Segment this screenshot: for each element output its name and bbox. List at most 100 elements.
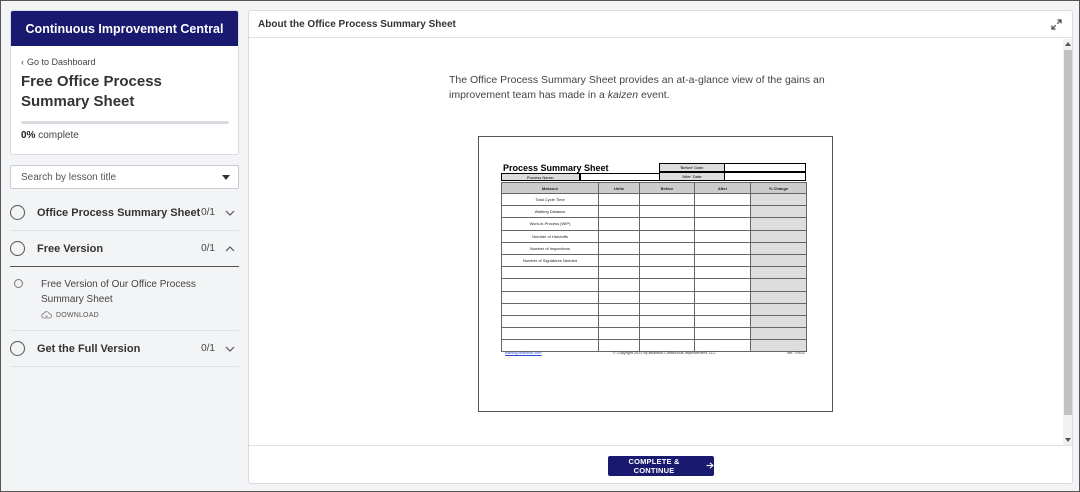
section-free-version[interactable]: Free Version 0/1 [10,231,239,267]
value-cell [598,290,640,304]
value-cell [639,327,695,341]
value-cell [639,229,695,243]
course-card: Continuous Improvement Central ‹ Go to D… [10,10,239,155]
value-cell [639,253,695,268]
col-header: After [694,182,751,194]
chevron-left-icon: ‹ [21,57,24,67]
value-cell [750,290,807,304]
doc-table-row [501,290,807,304]
back-link-label: Go to Dashboard [27,57,96,67]
measure-cell: Number of Signatures Needed [501,253,599,268]
section-count: 0/1 [201,343,215,354]
intro-paragraph: The Office Process Summary Sheet provide… [449,73,869,103]
chevron-down-icon[interactable] [225,208,235,218]
scroll-down-arrow-icon[interactable] [1065,438,1071,442]
measure-cell [501,278,599,292]
value-cell [598,229,640,243]
value-cell [639,302,695,316]
value-cell [694,205,751,219]
value-cell [750,192,807,207]
search-placeholder: Search by lesson title [21,171,117,183]
value-cell [598,253,640,268]
value-cell [639,192,695,207]
value-cell [750,266,807,280]
doc-table-row: Work-in-Process (WIP) [501,217,807,231]
value-cell [598,314,640,329]
doc-table-row: Total Cycle Time [501,192,807,207]
section-count: 0/1 [201,207,215,218]
doc-footer-version: ver. 7/9/21 [787,351,805,355]
lesson-footer: COMPLETE & CONTINUE [249,445,1072,483]
measure-cell: Number of Handoffs [501,229,599,243]
value-cell [750,253,807,268]
value-cell [750,314,807,329]
doc-table-row: Walking Distance [501,205,807,219]
value-cell [694,314,751,329]
section-status-circle-icon [10,241,25,256]
value-cell [598,327,640,341]
lesson-item[interactable]: Free Version of Our Office Process Summa… [10,267,239,331]
course-title: Free Office Process Summary Sheet [21,73,162,110]
col-header: Units [598,182,640,194]
doc-table-body: Total Cycle Time Walking Distance Work-in-… [501,192,807,353]
arrow-right-icon [706,462,714,469]
intro-text-after: event. [638,89,670,101]
section-office-process-summary-sheet[interactable]: Office Process Summary Sheet 0/1 [10,195,239,231]
before-date-label: 'Before' Date: [659,163,725,172]
value-cell [694,217,751,231]
progress-bar [21,121,229,124]
lesson-status-circle-icon [14,279,23,288]
chevron-down-icon[interactable] [225,344,235,354]
chevron-up-icon[interactable] [225,244,235,254]
section-count: 0/1 [201,243,215,254]
progress-percent: 0% [21,130,36,141]
col-header: Before [639,182,695,194]
value-cell [750,302,807,316]
value-cell [694,229,751,243]
value-cell [750,241,807,255]
value-cell [639,266,695,280]
scroll-thumb[interactable] [1064,50,1072,415]
value-cell [598,278,640,292]
value-cell [598,217,640,231]
measure-cell [501,266,599,280]
doc-table-row [501,278,807,292]
scroll-up-arrow-icon[interactable] [1065,42,1071,46]
before-date-value [724,163,806,172]
section-status-circle-icon [10,205,25,220]
go-to-dashboard-link[interactable]: ‹ Go to Dashboard [21,56,228,68]
intro-emphasis: kaizen [607,89,639,101]
complete-and-continue-button[interactable]: COMPLETE & CONTINUE [607,455,714,476]
measure-cell: Number of Inspections [501,241,599,255]
doc-footer: training.leliaction.com © Copyright 2021… [505,351,805,355]
download-label: DOWNLOAD [56,311,99,319]
value-cell [750,205,807,219]
col-header: Measure [501,182,599,194]
doc-footer-link: training.leliaction.com [505,351,542,355]
lesson-search-select[interactable]: Search by lesson title [10,165,239,189]
lesson-title[interactable]: Free Version of Our Office Process Summa… [41,277,239,307]
value-cell [598,302,640,316]
value-cell [598,241,640,255]
measure-cell: Work-in-Process (WIP) [501,217,599,231]
measure-cell [501,302,599,316]
value-cell [750,327,807,341]
brand-title[interactable]: Continuous Improvement Central [11,11,238,46]
after-date-label: 'After' Date: [659,172,725,181]
expand-icon[interactable] [1051,18,1062,30]
process-summary-sheet-image: Process Summary Sheet Process Name: 'Bef… [478,136,833,412]
section-title: Free Version [37,242,104,255]
value-cell [750,278,807,292]
value-cell [639,290,695,304]
value-cell [750,217,807,231]
content-scrollbar[interactable] [1063,39,1072,445]
download-link[interactable]: DOWNLOAD [41,311,239,319]
section-get-the-full-version[interactable]: Get the Full Version 0/1 [10,331,239,367]
doc-footer-copyright: © Copyright 2021 by leliaction Continuou… [612,351,716,355]
value-cell [694,241,751,255]
value-cell [750,229,807,243]
value-cell [694,266,751,280]
lesson-content: The Office Process Summary Sheet provide… [249,39,1064,445]
value-cell [694,253,751,268]
value-cell [598,205,640,219]
